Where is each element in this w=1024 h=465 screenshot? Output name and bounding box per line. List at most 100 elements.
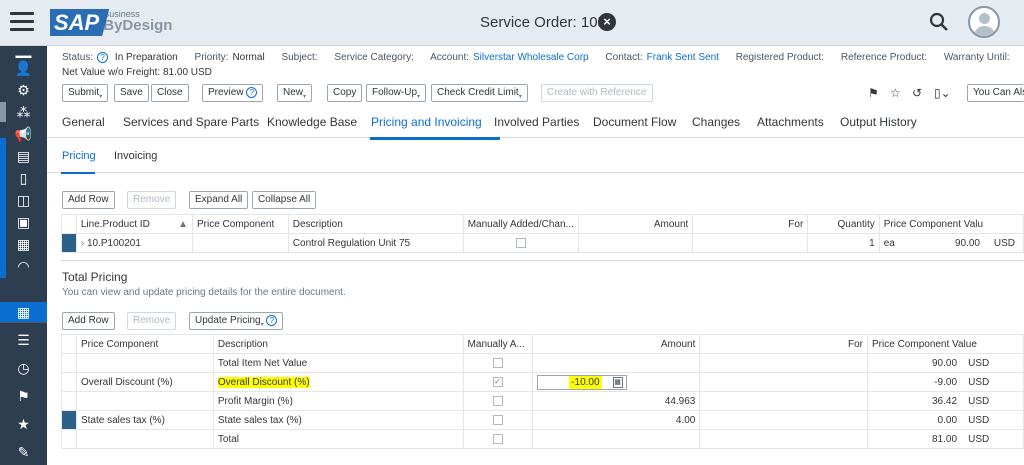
menu-icon[interactable] xyxy=(10,12,34,32)
manual-checkbox-checked[interactable]: ✓ xyxy=(492,376,503,387)
table-row[interactable]: Total 81.00 USD xyxy=(61,429,1024,449)
new-button[interactable]: New▾ xyxy=(277,84,313,102)
net-value: Net Value w/o Freight: 81.00 USD xyxy=(62,67,212,78)
sort-asc-icon: ▲ xyxy=(178,218,188,230)
clock-icon[interactable]: ◷ xyxy=(0,358,47,378)
expand-all-button[interactable]: Expand All xyxy=(189,191,249,209)
tab-involved-parties[interactable]: Involved Parties xyxy=(494,115,579,129)
row-selector[interactable] xyxy=(61,233,77,253)
col-price-component[interactable]: Price Component xyxy=(192,214,289,234)
update-pricing-button[interactable]: Update Pricing▾ ? xyxy=(189,312,284,330)
col-for[interactable]: For xyxy=(699,334,869,354)
remove-button[interactable]: Remove xyxy=(127,312,177,330)
tab-document-flow[interactable]: Document Flow xyxy=(593,115,676,129)
table-row[interactable]: Total Item Net Value 90.00 USD xyxy=(61,353,1024,373)
col-line-product-id[interactable]: Line.Product ID ▲ xyxy=(75,214,194,234)
gears-icon[interactable]: ⚙ xyxy=(0,80,47,100)
follow-up-button[interactable]: Follow-Up▾ xyxy=(366,84,427,102)
main-content: Status:? In Preparation Priority: Normal … xyxy=(47,46,1024,465)
item-pricing-table: Line.Product ID ▲ Price Component Descri… xyxy=(61,214,1024,253)
subtab-pricing[interactable]: Pricing xyxy=(62,150,96,162)
account-link[interactable]: Silverstar Wholesale Corp xyxy=(473,52,589,63)
headset-icon[interactable]: ◠ xyxy=(0,256,47,276)
create-with-reference-button[interactable]: Create with Reference xyxy=(541,84,653,102)
tab-bar: General Services and Spare Parts Knowled… xyxy=(47,108,1024,138)
update-help-icon: ? xyxy=(266,315,278,326)
header-info: Status:? In Preparation Priority: Normal … xyxy=(62,52,1010,63)
sap-logo: SAP Business ByDesign xyxy=(50,9,172,36)
calculator-icon[interactable]: ▦ xyxy=(612,376,623,388)
table-row[interactable]: State sales tax (%) State sales tax (%) … xyxy=(61,410,1024,430)
manual-checkbox[interactable] xyxy=(492,414,503,425)
search-icon[interactable] xyxy=(929,12,949,32)
tab-pricing-invoicing[interactable]: Pricing and Invoicing xyxy=(371,115,482,129)
flag-icon[interactable]: ⚑ xyxy=(868,86,879,100)
remove-button[interactable]: Remove xyxy=(127,191,177,209)
col-quantity[interactable]: Quantity xyxy=(807,214,880,234)
document-menu-icon[interactable]: ▯⌄ xyxy=(934,86,951,100)
preview-button[interactable]: Preview ? xyxy=(202,84,264,102)
refresh-icon[interactable]: ↺ xyxy=(912,86,922,100)
star-icon[interactable]: ☆ xyxy=(890,86,901,100)
add-row-button[interactable]: Add Row xyxy=(62,312,115,330)
service-order-icon[interactable]: ▦ xyxy=(0,302,47,322)
close-button[interactable]: Close xyxy=(151,84,189,102)
total-pricing-table: Price Component Description Manually A..… xyxy=(61,334,1024,449)
row-selector[interactable] xyxy=(61,410,77,430)
sidebar: ▬▬ 👤 ⚙ ⁂ 📢 ▤ ▯ ◫ ▣ ▦ ◠ ▦ ☰ ◷ ⚑ ★ ✎ xyxy=(0,46,47,465)
window-title: Service Order: 1052 xyxy=(480,14,615,31)
list-icon[interactable]: ☰ xyxy=(0,330,47,350)
table-row[interactable]: › 10.P100201 Control Regulation Unit 75 … xyxy=(61,233,1024,253)
tab-attachments[interactable]: Attachments xyxy=(757,115,824,129)
close-icon[interactable]: × xyxy=(598,13,616,31)
megaphone-icon[interactable]: 📢 xyxy=(0,124,47,144)
save-button[interactable]: Save xyxy=(114,84,149,102)
submit-button[interactable]: Submit▾ xyxy=(62,84,109,102)
user-avatar[interactable] xyxy=(968,6,1000,38)
col-for[interactable]: For xyxy=(692,214,809,234)
col-price-component-value[interactable]: Price Component Valu xyxy=(878,214,1024,234)
add-row-button[interactable]: Add Row xyxy=(62,191,115,209)
col-description[interactable]: Description xyxy=(212,334,464,354)
subtab-invoicing[interactable]: Invoicing xyxy=(114,150,157,162)
col-price-component[interactable]: Price Component xyxy=(75,334,214,354)
contact-link[interactable]: Frank Sent Sent xyxy=(647,52,719,63)
tools-icon[interactable]: ✎ xyxy=(0,442,47,462)
clipboard-list-icon[interactable]: ▦ xyxy=(0,234,47,254)
flag-icon[interactable]: ⚑ xyxy=(0,386,47,406)
manual-checkbox[interactable] xyxy=(492,395,503,406)
document-icon[interactable]: ▯ xyxy=(0,168,47,188)
web-page-icon[interactable]: ◫ xyxy=(0,190,47,210)
help-icon[interactable]: ? xyxy=(97,52,109,63)
table-row[interactable]: Profit Margin (%) 44.963 36.42 USD xyxy=(61,391,1024,411)
table-row[interactable]: Overall Discount (%) Overall Discount (%… xyxy=(61,372,1024,392)
star-list-icon[interactable]: ★ xyxy=(0,414,47,434)
col-amount[interactable]: Amount xyxy=(531,334,701,354)
manual-checkbox[interactable] xyxy=(492,433,503,444)
col-manually[interactable]: Manually A... xyxy=(462,334,533,354)
amount-input[interactable]: -10.00 ▦ xyxy=(536,374,627,390)
hierarchy-icon[interactable]: ⁂ xyxy=(0,102,47,122)
tab-general[interactable]: General xyxy=(62,115,105,129)
tab-output-history[interactable]: Output History xyxy=(840,115,917,129)
tab-changes[interactable]: Changes xyxy=(692,115,740,129)
table-header-row: Line.Product ID ▲ Price Component Descri… xyxy=(61,214,1024,234)
check-credit-limit-button[interactable]: Check Credit Limit▾ xyxy=(431,84,528,102)
col-amount[interactable]: Amount xyxy=(577,214,694,234)
tab-knowledge-base[interactable]: Knowledge Base xyxy=(267,115,357,129)
col-description[interactable]: Description xyxy=(287,214,464,234)
user-lock-icon[interactable]: 👤 xyxy=(0,58,47,78)
chevron-right-icon[interactable]: › xyxy=(81,238,84,249)
manual-checkbox[interactable] xyxy=(492,357,503,368)
tab-services-spare-parts[interactable]: Services and Spare Parts xyxy=(123,115,259,129)
total-pricing-description: You can view and update pricing details … xyxy=(62,287,346,298)
copy-button[interactable]: Copy xyxy=(327,84,363,102)
col-price-component-value[interactable]: Price Component Value xyxy=(867,334,1024,354)
collapse-all-button[interactable]: Collapse All xyxy=(252,191,317,209)
contact-card-icon[interactable]: ▤ xyxy=(0,146,47,166)
clipboard-icon[interactable]: ▣ xyxy=(0,212,47,232)
col-manually-added[interactable]: Manually Added/Chan... xyxy=(462,214,579,234)
manual-checkbox[interactable] xyxy=(515,237,526,248)
you-can-also-button[interactable]: You Can Als xyxy=(967,84,1024,102)
subtab-bar: Pricing Invoicing xyxy=(47,143,1024,173)
